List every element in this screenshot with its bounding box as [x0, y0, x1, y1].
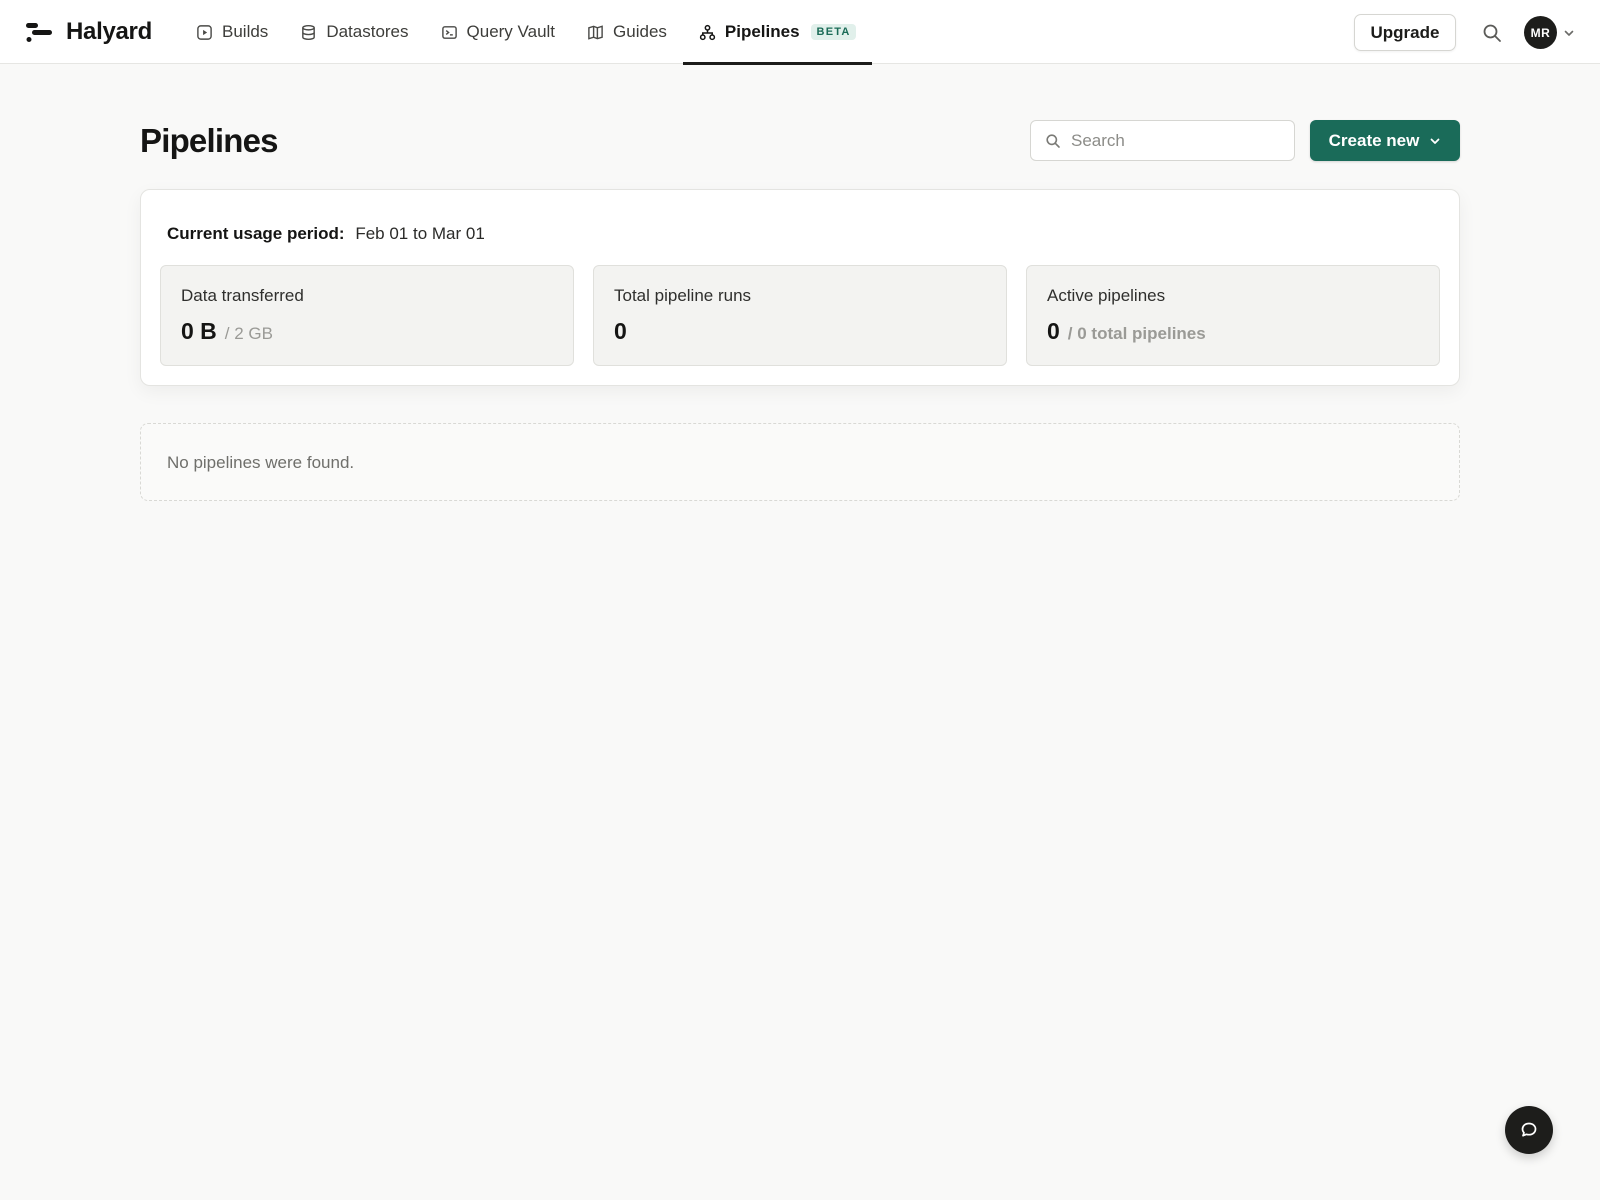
stat-value-row: 0: [614, 318, 627, 345]
database-icon: [302, 24, 316, 40]
search-icon: [1483, 24, 1501, 42]
stat-data-transferred: Data transferred 0 B / 2 GB: [160, 265, 574, 366]
play-square-icon: [197, 24, 212, 40]
nav-item-guides[interactable]: Guides: [571, 0, 683, 64]
beta-badge: BETA: [810, 24, 857, 40]
header-search-button[interactable]: [1481, 22, 1503, 44]
halyard-logo-icon: [26, 23, 52, 42]
usage-period-label: Current usage period:: [167, 224, 345, 243]
upgrade-button[interactable]: Upgrade: [1354, 14, 1456, 51]
usage-period-value: Feb 01 to Mar 01: [355, 224, 485, 243]
terminal-icon: [441, 25, 457, 39]
nav-item-pipelines[interactable]: Pipelines BETA: [682, 0, 873, 65]
nav-item-builds[interactable]: Builds: [180, 0, 284, 64]
chat-button[interactable]: [1505, 1106, 1553, 1154]
stat-total-pipeline-runs: Total pipeline runs 0: [593, 265, 1007, 366]
nav-label-pipelines: Pipelines: [724, 22, 800, 41]
stat-label: Active pipelines: [1047, 286, 1166, 305]
pipeline-search[interactable]: [1030, 120, 1295, 161]
nav-label-datastores: Datastores: [326, 22, 409, 41]
create-new-label: Create new: [1328, 130, 1420, 150]
usage-period: Current usage period: Feb 01 to Mar 01: [167, 224, 485, 244]
create-new-button[interactable]: Create new: [1310, 120, 1460, 161]
stat-value-row: 0 B / 2 GB: [181, 318, 273, 345]
nav-label-guides: Guides: [613, 22, 667, 41]
app-logo[interactable]: Halyard: [26, 18, 152, 46]
stat-label: Total pipeline runs: [614, 286, 752, 305]
main-nav: Builds Datastores Query Vault Guides Pip…: [180, 0, 873, 65]
avatar: MR: [1524, 16, 1557, 49]
usage-card: Current usage period: Feb 01 to Mar 01 D…: [140, 189, 1460, 386]
nav-item-datastores[interactable]: Datastores: [284, 0, 424, 64]
stat-active-pipelines: Active pipelines 0 / 0 total pipelines: [1026, 265, 1440, 366]
search-input[interactable]: [1071, 130, 1281, 151]
nav-label-builds: Builds: [222, 22, 269, 41]
stat-sub: / 0 total pipelines: [1067, 324, 1206, 343]
nav-label-query-vault: Query Vault: [466, 22, 556, 41]
account-menu[interactable]: MR: [1524, 16, 1575, 49]
stat-sub: / 2 GB: [224, 324, 273, 343]
stat-value: 0: [614, 318, 627, 344]
chevron-down-icon: [1430, 138, 1440, 144]
empty-state-message: No pipelines were found.: [167, 453, 355, 472]
nav-item-query-vault[interactable]: Query Vault: [425, 0, 572, 64]
chevron-down-icon: [1564, 30, 1574, 36]
stat-value: 0: [1047, 318, 1060, 344]
empty-state: No pipelines were found.: [140, 423, 1460, 501]
search-icon: [1046, 133, 1060, 148]
top-navbar: Halyard Builds Datastores Query Vault Gu…: [0, 0, 1600, 65]
chat-bubble-icon: [1521, 1122, 1537, 1137]
book-icon: [588, 24, 603, 40]
page-title: Pipelines: [140, 122, 279, 159]
app-name: Halyard: [66, 18, 152, 45]
stat-value: 0 B: [181, 318, 217, 344]
stat-label: Data transferred: [181, 286, 304, 305]
pipeline-icon: [699, 24, 716, 40]
stat-value-row: 0 / 0 total pipelines: [1047, 318, 1206, 345]
